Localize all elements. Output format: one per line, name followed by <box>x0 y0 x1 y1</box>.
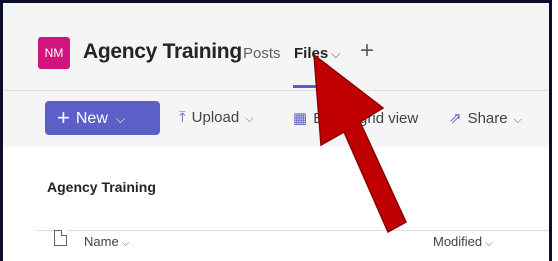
chevron-down-icon: ⌵ <box>513 114 522 126</box>
team-name: Agency Training <box>83 40 242 63</box>
grid-icon: ▦ <box>293 110 308 127</box>
chevron-down-icon: ⌵ <box>115 112 125 126</box>
edit-in-grid-view-label: Edit in grid view <box>313 110 419 127</box>
upload-button[interactable]: ⤒ Upload ⌵ <box>179 109 254 126</box>
new-button-label: New <box>75 110 108 127</box>
share-button-label: Share <box>467 110 508 127</box>
tab-files-label: Files <box>294 45 329 62</box>
upload-button-label: Upload <box>191 109 240 126</box>
chevron-down-icon: ⌵ <box>121 238 130 249</box>
channel-header: NM Agency Training Posts Files ⌵ + <box>3 3 549 91</box>
column-header-divider <box>36 230 549 231</box>
column-header-modified[interactable]: Modified ⌵ <box>433 234 493 249</box>
column-modified-label: Modified <box>433 234 483 249</box>
upload-icon: ⤒ <box>179 109 186 126</box>
share-icon: ⇗ <box>449 110 462 127</box>
tab-posts-label: Posts <box>243 45 281 62</box>
teams-window: NM Agency Training Posts Files ⌵ + + New ⌵ … <box>0 0 552 261</box>
chevron-down-icon: ⌵ <box>485 238 493 249</box>
chevron-down-icon: ⌵ <box>245 113 254 125</box>
add-tab-button[interactable]: + <box>360 37 374 65</box>
edit-in-grid-view-button[interactable]: ▦ Edit in grid view <box>293 109 418 127</box>
share-button[interactable]: ⇗ Share ⌵ <box>449 109 522 127</box>
plus-icon: + <box>57 105 70 130</box>
active-tab-indicator <box>293 85 333 88</box>
tab-files[interactable]: Files ⌵ <box>294 45 340 62</box>
document-library-title: Agency Training <box>47 179 156 195</box>
file-type-icon <box>54 230 67 246</box>
command-bar: + New ⌵ ⤒ Upload ⌵ ▦ Edit in grid view ⇗ Share… <box>3 91 549 147</box>
team-avatar[interactable]: NM <box>38 37 70 69</box>
column-name-label: Name <box>84 234 119 249</box>
column-header-name[interactable]: Name ⌵ <box>84 234 129 249</box>
tab-posts[interactable]: Posts <box>243 45 281 62</box>
plus-icon: + <box>360 37 375 64</box>
chevron-down-icon[interactable]: ⌵ <box>331 47 340 61</box>
new-button[interactable]: + New ⌵ <box>45 101 160 135</box>
